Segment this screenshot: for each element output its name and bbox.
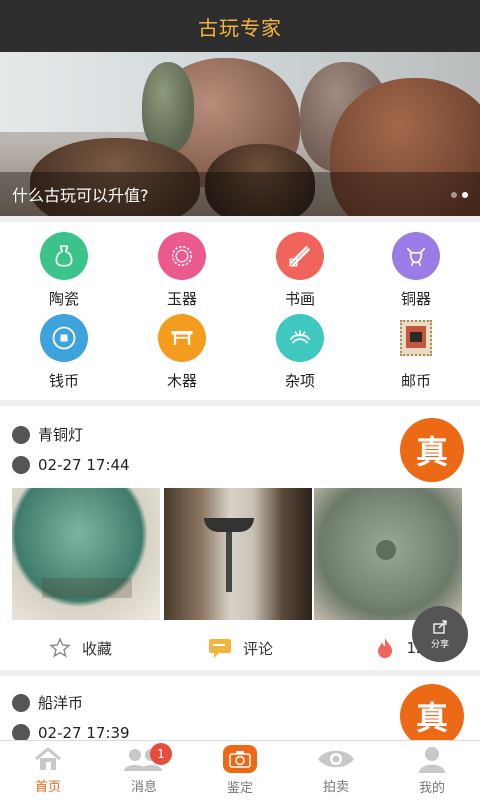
- misc-icon: [276, 314, 324, 362]
- carousel-dot: [451, 192, 457, 198]
- category-painting[interactable]: 书画: [240, 232, 360, 309]
- category-bronze[interactable]: 铜器: [356, 232, 476, 309]
- photo-detail: [42, 578, 132, 598]
- brush-icon: [276, 232, 324, 280]
- tab-home[interactable]: 首页: [0, 741, 96, 800]
- category-coins[interactable]: 钱币: [4, 314, 124, 391]
- category-wood[interactable]: 木器: [122, 314, 242, 391]
- camera-icon: [223, 745, 257, 773]
- banner-caption: 什么古玩可以升值?: [12, 186, 149, 205]
- category-label: 铜器: [400, 290, 431, 308]
- share-icon: [433, 619, 447, 634]
- message-count-badge: 1: [150, 743, 172, 765]
- photo-thumbnail[interactable]: [314, 488, 462, 620]
- favorite-label: 收藏: [81, 639, 112, 658]
- banner-caption-bar: 什么古玩可以升值?: [0, 172, 480, 216]
- tab-label: 拍卖: [322, 780, 349, 795]
- card-title-row: 船洋币: [12, 692, 83, 713]
- card-time-row: 02-27 17:39: [12, 724, 130, 740]
- comment-icon: [208, 639, 231, 658]
- category-label: 杂项: [284, 372, 315, 390]
- photo-thumbnail[interactable]: [164, 488, 312, 620]
- star-icon: [49, 637, 71, 658]
- photo-detail: [376, 540, 396, 560]
- tab-label: 鉴定: [226, 781, 253, 796]
- profile-icon: [419, 747, 445, 773]
- category-label: 木器: [166, 372, 197, 390]
- page-title: 古玩专家: [198, 15, 282, 40]
- tab-profile[interactable]: 我的: [384, 741, 480, 800]
- appraisal-card[interactable]: 船洋币 02-27 17:39 真: [0, 676, 480, 740]
- bullet-icon: [12, 724, 30, 740]
- card-actions: 收藏 评论 12: [0, 630, 480, 666]
- tab-label: 首页: [34, 780, 61, 795]
- tab-appraise[interactable]: 鉴定: [192, 741, 288, 800]
- banner-pot: [142, 62, 194, 152]
- bracelet-icon: [158, 232, 206, 280]
- card-time: 02-27 17:44: [38, 456, 130, 474]
- stamp-icon: [392, 314, 440, 362]
- coin-icon: [40, 314, 88, 362]
- category-jade[interactable]: 玉器: [122, 232, 242, 309]
- category-stamps[interactable]: 邮币: [356, 314, 476, 391]
- category-label: 邮币: [400, 372, 431, 390]
- eye-icon: [318, 750, 354, 768]
- card-time-row: 02-27 17:44: [12, 456, 130, 474]
- comment-label: 评论: [242, 639, 273, 658]
- card-title: 船洋币: [38, 694, 84, 712]
- app-header: 古玩专家: [0, 0, 480, 52]
- bullet-icon: [12, 693, 30, 712]
- category-label: 书画: [284, 290, 315, 308]
- tab-label: 我的: [418, 781, 445, 796]
- share-button[interactable]: 分享: [412, 606, 468, 662]
- authentic-badge: 真: [400, 418, 464, 482]
- tab-auction[interactable]: 拍卖: [288, 741, 384, 800]
- photo-detail: [204, 518, 254, 532]
- home-icon: [35, 747, 61, 770]
- appraisal-card[interactable]: 青铜灯 02-27 17:44 真 收藏 评论 12: [0, 406, 480, 670]
- carousel-indicator: [451, 192, 468, 198]
- banner-carousel[interactable]: 什么古玩可以升值?: [0, 52, 480, 216]
- category-ceramics[interactable]: 陶瓷: [4, 232, 124, 309]
- category-grid: 陶瓷 玉器 书画 铜器 钱币 木器 杂项 邮币: [0, 222, 480, 400]
- favorite-button[interactable]: 收藏: [0, 630, 160, 666]
- bronze-icon: [392, 232, 440, 280]
- comment-button[interactable]: 评论: [160, 630, 320, 666]
- category-misc[interactable]: 杂项: [240, 314, 360, 391]
- table-icon: [158, 314, 206, 362]
- carousel-dot-active: [462, 192, 468, 198]
- category-label: 陶瓷: [48, 290, 79, 308]
- vase-icon: [40, 232, 88, 280]
- bullet-icon: [12, 456, 30, 474]
- category-label: 玉器: [166, 290, 197, 308]
- share-label: 分享: [430, 639, 449, 650]
- flame-icon: [378, 638, 393, 658]
- category-label: 钱币: [48, 372, 79, 390]
- tab-label: 消息: [130, 780, 157, 795]
- card-title: 青铜灯: [38, 426, 84, 444]
- authentic-badge: 真: [400, 684, 464, 740]
- tab-messages[interactable]: 1 消息: [96, 741, 192, 800]
- photo-thumbnail[interactable]: [12, 488, 160, 620]
- card-time: 02-27 17:39: [38, 724, 130, 740]
- bullet-icon: [12, 425, 30, 444]
- photo-detail: [226, 532, 232, 592]
- bottom-tab-bar: 首页 1 消息 鉴定 拍卖 我的: [0, 740, 480, 800]
- card-title-row: 青铜灯: [12, 424, 83, 445]
